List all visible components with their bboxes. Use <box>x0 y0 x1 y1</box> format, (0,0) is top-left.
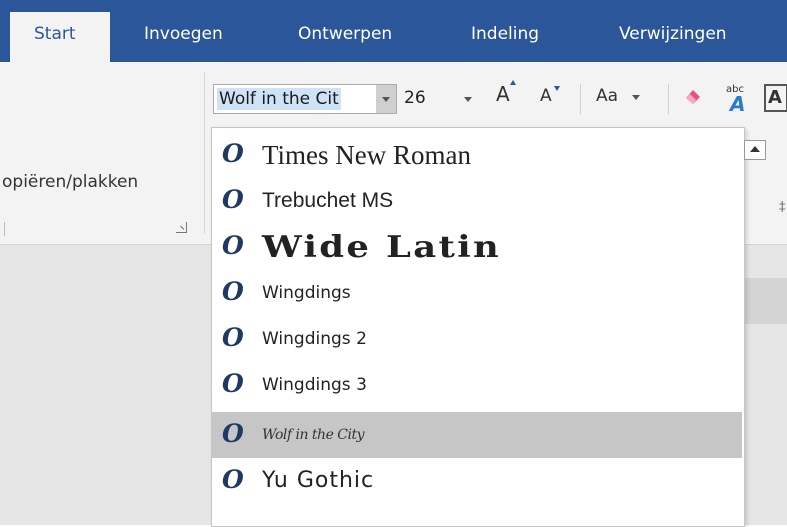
text-effects-button[interactable]: abc A <box>722 84 750 116</box>
font-item-label: Wingdings <box>262 283 351 303</box>
font-item-wingdings-2[interactable]: O Wingdings 2 <box>212 316 742 362</box>
opentype-icon: O <box>222 465 244 494</box>
font-item-label: Wolf in the City <box>262 427 365 443</box>
font-item-label: Wingdings 3 <box>262 375 367 395</box>
title-strip <box>0 0 787 12</box>
group-separator <box>204 72 205 234</box>
group-edge <box>4 222 5 236</box>
font-size-value[interactable]: 26 <box>404 87 426 109</box>
eraser-icon[interactable] <box>684 87 702 105</box>
scroll-up-button[interactable] <box>744 140 766 160</box>
arrow-down-icon <box>554 86 560 91</box>
chevron-down-icon <box>632 95 640 100</box>
font-item-wide-latin[interactable]: O Wide Latin <box>212 224 742 270</box>
font-item-label: Trebuchet MS <box>262 189 394 212</box>
tab-start[interactable]: Start <box>10 12 110 62</box>
change-case-button[interactable]: Aa <box>596 86 640 106</box>
font-name-combobox[interactable]: Wolf in the Cit <box>213 84 397 114</box>
tab-ontwerpen[interactable]: Ontwerpen <box>298 12 392 62</box>
font-dropdown-button[interactable] <box>376 85 396 113</box>
opentype-icon: O <box>222 369 244 398</box>
separator <box>668 84 669 114</box>
arrow-up-icon <box>510 80 516 85</box>
font-color-button[interactable]: A <box>764 84 787 112</box>
dialog-launcher-icon[interactable] <box>176 222 187 233</box>
change-case-label: Aa <box>596 86 619 106</box>
tab-invoegen[interactable]: Invoegen <box>144 12 223 62</box>
font-item-label: Wingdings 2 <box>262 329 367 349</box>
separator <box>580 84 581 114</box>
font-item-yu-gothic[interactable]: O Yu Gothic <box>212 458 742 504</box>
opentype-icon: O <box>222 277 244 306</box>
font-item-times-new-roman[interactable]: O Times New Roman <box>212 132 742 178</box>
tab-indeling[interactable]: Indeling <box>471 12 539 62</box>
ribbon-tabbar: Start Invoegen Ontwerpen Indeling Verwij… <box>0 12 787 62</box>
opentype-icon: O <box>222 139 244 168</box>
triangle-up-icon <box>750 146 760 152</box>
font-item-wingdings[interactable]: O Wingdings <box>212 270 742 316</box>
opentype-icon: O <box>222 185 244 214</box>
shrink-font-button[interactable]: A <box>540 86 560 118</box>
ribbon-edge-glyph: ‡ <box>779 200 786 215</box>
font-item-wingdings-3[interactable]: O Wingdings 3 <box>212 362 742 408</box>
tab-verwijzingen[interactable]: Verwijzingen <box>619 12 727 62</box>
chevron-down-icon[interactable] <box>464 97 472 102</box>
opentype-icon: O <box>222 323 244 352</box>
font-item-label: Yu Gothic <box>262 468 375 493</box>
font-dropdown-list: O Times New Roman O Trebuchet MS O Wide … <box>211 127 745 527</box>
opentype-icon: O <box>222 419 244 448</box>
text-effects-icon: A <box>730 92 746 116</box>
font-item-trebuchet-ms[interactable]: O Trebuchet MS <box>212 178 742 224</box>
document-ruler-area <box>742 278 787 324</box>
font-item-wolf-in-the-city[interactable]: O Wolf in the City <box>212 412 742 458</box>
clipboard-group-label: opiëren/plakken <box>2 172 139 192</box>
font-name-value[interactable]: Wolf in the Cit <box>217 88 341 110</box>
chevron-down-icon <box>382 97 390 102</box>
font-item-label: Times New Roman <box>262 140 472 170</box>
grow-font-button[interactable]: A <box>496 80 516 114</box>
font-size-combobox[interactable]: 26 <box>398 84 480 112</box>
opentype-icon: O <box>222 231 244 260</box>
font-item-label: Wide Latin <box>262 230 502 265</box>
